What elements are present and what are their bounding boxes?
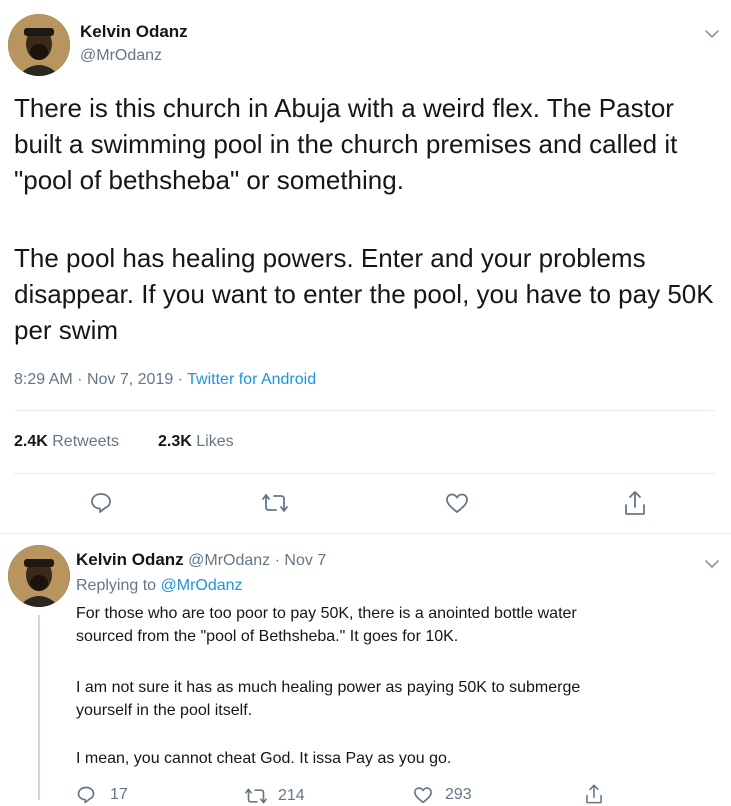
reply-author-name[interactable]: Kelvin Odanz bbox=[76, 550, 184, 569]
retweets-count: 2.4K bbox=[14, 433, 48, 450]
tweet-meta: 8:29 AM · Nov 7, 2019 · Twitter for Andr… bbox=[14, 371, 316, 389]
tweet-time[interactable]: 8:29 AM bbox=[14, 371, 73, 388]
reply-text-line: sourced from the "pool of Bethsheba." It… bbox=[76, 628, 459, 645]
tweet-text-paragraph-1: There is this church in Abuja with a wei… bbox=[14, 93, 685, 195]
divider bbox=[0, 533, 731, 534]
tweet-date[interactable]: Nov 7, 2019 bbox=[87, 371, 173, 388]
heart-icon bbox=[446, 493, 468, 513]
reply-text-line: yourself in the pool itself. bbox=[76, 702, 253, 719]
retweet-icon bbox=[245, 788, 267, 804]
retweet-button[interactable] bbox=[261, 491, 289, 515]
reply-count: 17 bbox=[110, 786, 128, 803]
reply-icon bbox=[91, 493, 111, 513]
thread-line bbox=[38, 615, 40, 800]
meta-separator: · bbox=[177, 371, 183, 388]
reply-text-line: I mean, you cannot cheat God. It issa Pa… bbox=[76, 750, 452, 767]
divider bbox=[14, 410, 715, 411]
tweet-source-link[interactable]: Twitter for Android bbox=[187, 371, 316, 388]
heart-icon bbox=[414, 787, 432, 804]
reply-text-line: I am not sure it has as much healing pow… bbox=[76, 679, 581, 696]
likes-count: 2.3K bbox=[158, 433, 192, 450]
retweet-count: 214 bbox=[278, 787, 305, 804]
avatar[interactable] bbox=[8, 14, 70, 76]
reply-date[interactable]: Nov 7 bbox=[284, 552, 326, 569]
retweets-stat[interactable]: 2.4K Retweets bbox=[14, 433, 119, 451]
like-count: 293 bbox=[445, 786, 472, 803]
tweet-text-paragraph-2: The pool has healing powers. Enter and y… bbox=[14, 243, 721, 345]
reply-header: Kelvin Odanz @MrOdanz · Nov 7 bbox=[76, 550, 326, 570]
chevron-down-icon[interactable] bbox=[704, 556, 720, 574]
meta-separator: · bbox=[274, 552, 280, 569]
reply-author-handle[interactable]: @MrOdanz bbox=[188, 552, 270, 569]
reply-avatar[interactable] bbox=[8, 545, 70, 607]
reply-like-button[interactable]: 293 bbox=[413, 786, 472, 804]
reply-icon bbox=[77, 786, 95, 804]
share-icon bbox=[586, 784, 602, 804]
share-icon bbox=[625, 491, 645, 515]
share-button[interactable] bbox=[623, 489, 647, 517]
retweets-label: Retweets bbox=[52, 433, 119, 450]
replying-to-label: Replying to bbox=[76, 577, 157, 594]
reply-button[interactable] bbox=[89, 491, 113, 515]
reply-text-line: For those who are too poor to pay 50K, t… bbox=[76, 605, 577, 622]
likes-label: Likes bbox=[196, 433, 234, 450]
reply-reply-button[interactable]: 17 bbox=[76, 785, 128, 805]
author-name[interactable]: Kelvin Odanz bbox=[80, 22, 188, 42]
replying-to: Replying to @MrOdanz bbox=[76, 577, 243, 595]
retweet-icon bbox=[262, 494, 288, 512]
likes-stat[interactable]: 2.3K Likes bbox=[158, 433, 234, 451]
like-button[interactable] bbox=[445, 492, 469, 514]
divider bbox=[14, 473, 715, 474]
reply-retweet-button[interactable]: 214 bbox=[244, 786, 305, 806]
chevron-down-icon[interactable] bbox=[704, 26, 720, 44]
replying-to-handle[interactable]: @MrOdanz bbox=[161, 577, 243, 594]
meta-separator: · bbox=[77, 371, 83, 388]
reply-share-button[interactable] bbox=[584, 783, 604, 805]
author-handle[interactable]: @MrOdanz bbox=[80, 47, 162, 65]
